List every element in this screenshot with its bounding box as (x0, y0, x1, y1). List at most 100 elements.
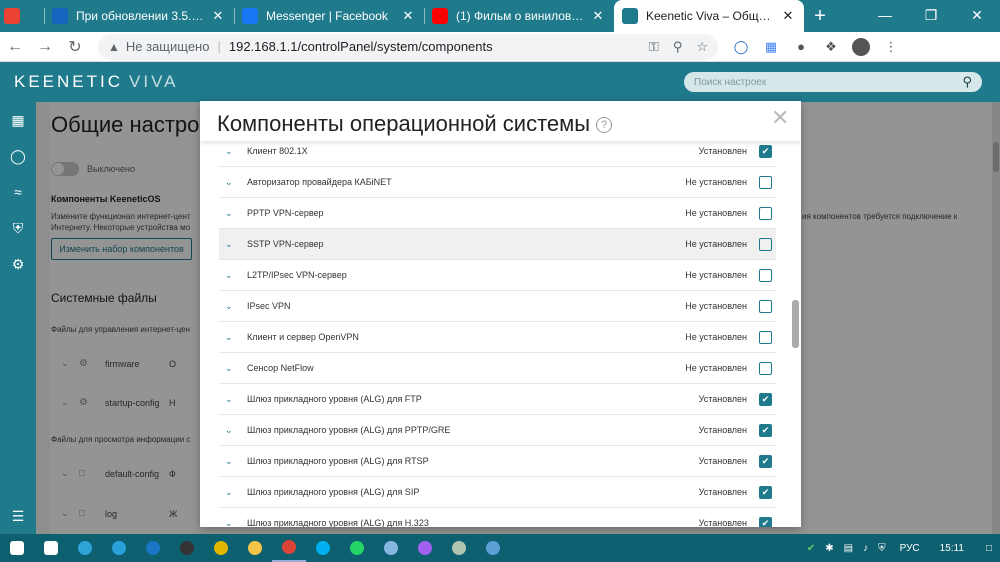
chevron-down-icon[interactable]: ⌄ (225, 332, 235, 343)
bluetooth-icon[interactable]: ✱ (825, 543, 833, 554)
outlook-icon[interactable] (136, 534, 170, 562)
component-row[interactable]: ⌄ Шлюз прикладного уровня (ALG) для H.323… (219, 508, 776, 527)
telegram-icon[interactable] (102, 534, 136, 562)
wifi-icon[interactable]: ≈ (10, 184, 26, 200)
gear-icon[interactable]: ⚙ (10, 256, 26, 272)
clock[interactable]: 15:11 (940, 543, 964, 554)
component-row[interactable]: ⌄ Клиент и сервер OpenVPN Не установлен (219, 322, 776, 353)
translate-icon[interactable]: ▦ (762, 38, 780, 56)
browser-tab[interactable]: (1) Фильм о виниловых пл ✕ (424, 0, 614, 32)
component-checkbox[interactable] (759, 299, 772, 313)
help-icon[interactable]: ? (596, 117, 613, 134)
extension-g-icon[interactable]: ● (792, 38, 810, 56)
globe-icon[interactable]: ◯ (10, 148, 26, 164)
component-row[interactable]: ⌄ Шлюз прикладного уровня (ALG) для PPTP/… (219, 415, 776, 446)
chevron-down-icon[interactable]: ⌄ (225, 208, 235, 219)
browser-tab[interactable]: При обновлении 3.5.6->3 ✕ (44, 0, 234, 32)
close-modal-button[interactable]: ✕ (771, 107, 789, 129)
close-tab-icon[interactable]: ✕ (590, 8, 606, 24)
qbittorrent-icon[interactable] (476, 534, 510, 562)
component-row[interactable]: ⌄ Авторизатор провайдера КАБiNET Не устано… (219, 167, 776, 198)
browser-toolbar: ← → ↻ ▲ Не защищено | 192.168.1.1/contro… (0, 32, 1000, 62)
chevron-down-icon[interactable]: ⌄ (225, 487, 235, 498)
minimize-button[interactable]: — (862, 0, 908, 30)
hamburger-menu-icon[interactable]: ☰ (10, 508, 26, 524)
browser-tab[interactable] (0, 0, 44, 32)
component-checkbox[interactable] (759, 268, 772, 282)
component-checkbox[interactable]: ✔ (759, 454, 772, 468)
back-button[interactable]: ← (0, 32, 30, 62)
dashboard-icon[interactable]: ▦ (10, 112, 26, 128)
keenetic-icon (622, 8, 638, 24)
edge-icon[interactable] (68, 534, 102, 562)
start-icon[interactable] (0, 534, 34, 562)
chevron-down-icon[interactable]: ⌄ (225, 363, 235, 374)
chevron-down-icon[interactable]: ⌄ (225, 518, 235, 528)
close-window-button[interactable]: ✕ (954, 0, 1000, 30)
close-tab-icon[interactable]: ✕ (400, 8, 416, 24)
extensions-puzzle-icon[interactable]: ❖ (822, 38, 840, 56)
settings-search-input[interactable]: Поиск настроек ⚲ (684, 72, 982, 92)
vpn-icon[interactable] (442, 534, 476, 562)
messenger-icon[interactable] (408, 534, 442, 562)
shield-icon[interactable]: ⛨ (10, 220, 26, 236)
component-checkbox[interactable]: ✔ (759, 423, 772, 437)
component-checkbox[interactable] (759, 206, 772, 220)
chevron-down-icon[interactable]: ⌄ (225, 146, 235, 157)
menu-dots-icon[interactable]: ⋮ (882, 38, 900, 56)
profile-avatar[interactable] (852, 37, 870, 56)
close-tab-icon[interactable]: ✕ (780, 8, 796, 24)
component-row[interactable]: ⌄ SSTP VPN-сервер Не установлен (219, 229, 776, 260)
bookmark-star-icon[interactable]: ☆ (696, 39, 708, 55)
modal-scrollbar[interactable] (792, 300, 799, 348)
component-row[interactable]: ⌄ Сенсор NetFlow Не установлен (219, 353, 776, 384)
component-checkbox[interactable]: ✔ (759, 144, 772, 158)
chevron-down-icon[interactable]: ⌄ (225, 394, 235, 405)
explorer-icon[interactable] (238, 534, 272, 562)
extension-c-icon[interactable]: ◯ (732, 38, 750, 56)
chevron-down-icon[interactable]: ⌄ (225, 239, 235, 250)
settings-icon[interactable] (374, 534, 408, 562)
component-checkbox[interactable]: ✔ (759, 485, 772, 499)
component-checkbox[interactable] (759, 237, 772, 251)
close-tab-icon[interactable]: ✕ (210, 8, 226, 24)
forward-button[interactable]: → (30, 32, 60, 62)
browser-tab[interactable]: Messenger | Facebook ✕ (234, 0, 424, 32)
browser-tab[interactable]: Keenetic Viva – Общие нас ✕ (614, 0, 804, 32)
component-checkbox[interactable] (759, 330, 772, 344)
defender-icon[interactable]: ⛨ (878, 543, 886, 554)
network-icon[interactable]: ▤ (844, 543, 853, 554)
chevron-down-icon[interactable]: ⌄ (225, 456, 235, 467)
component-row[interactable]: ⌄ Шлюз прикладного уровня (ALG) для SIP Ус… (219, 477, 776, 508)
volume-icon[interactable]: ♪ (863, 543, 868, 554)
component-checkbox[interactable]: ✔ (759, 392, 772, 406)
component-row[interactable]: ⌄ Шлюз прикладного уровня (ALG) для FTP Ус… (219, 384, 776, 415)
security-check-icon[interactable]: ✔ (807, 543, 815, 554)
component-row[interactable]: ⌄ Шлюз прикладного уровня (ALG) для RTSP У… (219, 446, 776, 477)
maximize-button[interactable]: ❐ (908, 0, 954, 30)
address-bar[interactable]: ▲ Не защищено | 192.168.1.1/controlPanel… (98, 33, 718, 60)
new-tab-button[interactable]: + (804, 0, 836, 32)
chevron-down-icon[interactable]: ⌄ (225, 177, 235, 188)
component-row[interactable]: ⌄ PPTP VPN-сервер Не установлен (219, 198, 776, 229)
whatsapp-icon[interactable] (340, 534, 374, 562)
search-icon[interactable]: ⚲ (962, 74, 972, 90)
chevron-down-icon[interactable]: ⌄ (225, 425, 235, 436)
component-checkbox[interactable] (759, 175, 772, 189)
component-checkbox[interactable]: ✔ (759, 516, 772, 527)
task-view-icon[interactable] (34, 534, 68, 562)
skype-icon[interactable] (306, 534, 340, 562)
language-indicator[interactable]: РУС (900, 543, 920, 554)
component-row[interactable]: ⌄ IPsec VPN Не установлен (219, 291, 776, 322)
reload-button[interactable]: ↻ (60, 32, 90, 62)
key-icon[interactable]: ⚿ (649, 39, 659, 55)
component-row[interactable]: ⌄ L2TP/IPsec VPN-сервер Не установлен (219, 260, 776, 291)
notifications-icon[interactable]: □ (986, 543, 992, 554)
zoom-icon[interactable]: ⚲ (673, 39, 683, 55)
component-checkbox[interactable] (759, 361, 772, 375)
chrome-icon[interactable] (272, 534, 306, 562)
chevron-down-icon[interactable]: ⌄ (225, 301, 235, 312)
chevron-down-icon[interactable]: ⌄ (225, 270, 235, 281)
terminal-icon[interactable] (170, 534, 204, 562)
arduino-icon[interactable] (204, 534, 238, 562)
